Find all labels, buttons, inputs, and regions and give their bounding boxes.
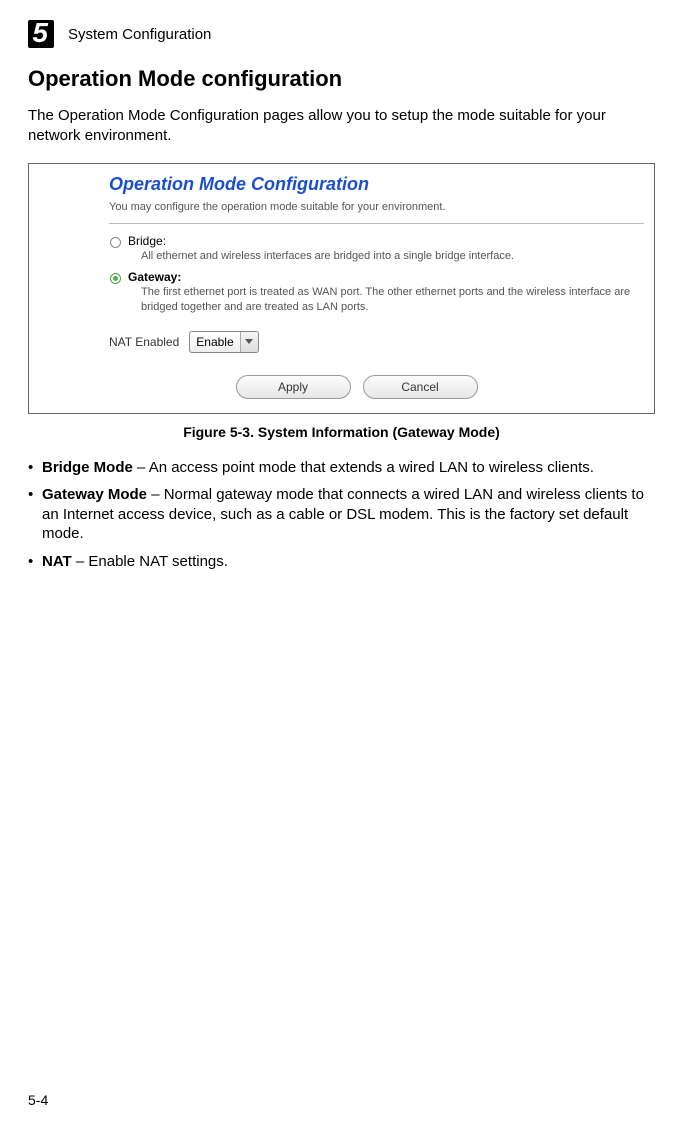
page-header: 5 System Configuration (28, 20, 655, 48)
button-row: Apply Cancel (69, 375, 644, 399)
chevron-down-icon (240, 332, 258, 352)
nat-label: NAT Enabled (109, 335, 179, 349)
term-bridge: Bridge Mode (42, 459, 133, 476)
apply-button[interactable]: Apply (236, 375, 351, 399)
page-number: 5-4 (28, 1092, 48, 1108)
chapter-number-badge: 5 (28, 20, 54, 48)
bullet-icon: • (28, 552, 42, 572)
nat-select-value: Enable (190, 335, 239, 349)
list-item: • Bridge Mode – An access point mode tha… (28, 458, 655, 478)
nat-row: NAT Enabled Enable (109, 331, 644, 353)
screenshot-title: Operation Mode Configuration (109, 174, 644, 195)
bridge-radio-row[interactable]: Bridge: (109, 234, 644, 249)
config-screenshot: Operation Mode Configuration You may con… (28, 163, 655, 414)
def-nat: – Enable NAT settings. (72, 553, 228, 570)
def-bridge: – An access point mode that extends a wi… (133, 459, 594, 476)
section-intro: The Operation Mode Configuration pages a… (28, 106, 655, 145)
section-title: Operation Mode configuration (28, 66, 655, 92)
gateway-radio-desc: The first ethernet port is treated as WA… (141, 285, 644, 315)
screenshot-subtitle: You may configure the operation mode sui… (109, 201, 644, 213)
chapter-title: System Configuration (68, 26, 211, 43)
term-gateway: Gateway Mode (42, 486, 147, 503)
divider (109, 223, 644, 224)
radio-unchecked-icon (109, 236, 122, 249)
bridge-radio-desc: All ethernet and wireless interfaces are… (141, 249, 644, 264)
gateway-radio-label: Gateway: (128, 270, 181, 284)
cancel-button[interactable]: Cancel (363, 375, 478, 399)
radio-checked-icon (109, 272, 122, 285)
bullet-icon: • (28, 458, 42, 478)
bridge-radio-label: Bridge: (128, 234, 166, 248)
gateway-radio-row[interactable]: Gateway: (109, 270, 644, 285)
list-item: • NAT – Enable NAT settings. (28, 552, 655, 572)
definition-list: • Bridge Mode – An access point mode tha… (28, 458, 655, 572)
list-item: • Gateway Mode – Normal gateway mode tha… (28, 485, 655, 544)
bullet-icon: • (28, 485, 42, 544)
nat-select[interactable]: Enable (189, 331, 258, 353)
term-nat: NAT (42, 553, 72, 570)
figure-caption: Figure 5-3. System Information (Gateway … (28, 424, 655, 440)
